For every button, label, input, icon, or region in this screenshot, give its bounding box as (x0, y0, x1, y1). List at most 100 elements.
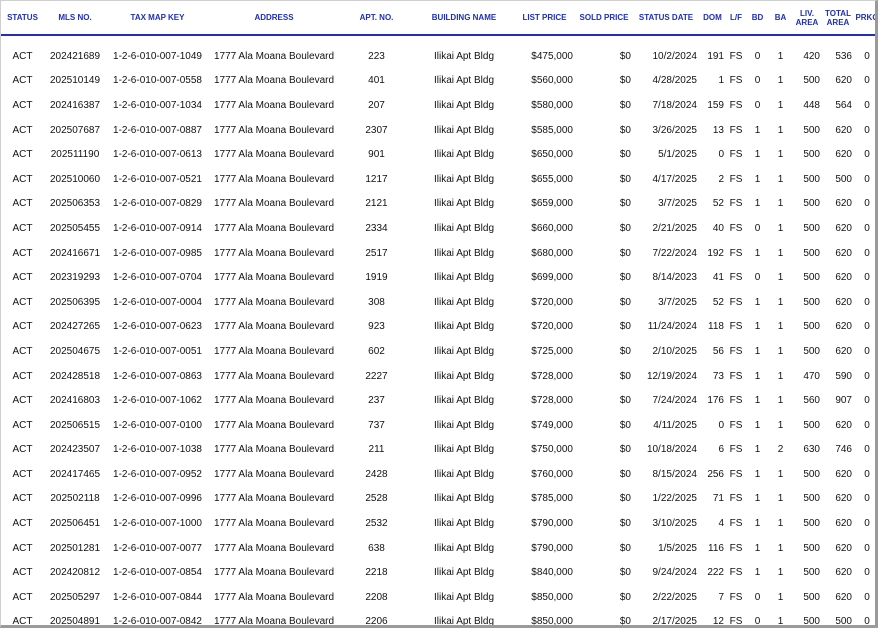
table-row[interactable]: ACT 202506451 1-2-6-010-007-1000 1777 Ala M… (1, 511, 875, 536)
cell-sold-price: $0 (619, 222, 631, 234)
table-row[interactable]: ACT 202510149 1-2-6-010-007-0558 1777 Ala M… (1, 69, 875, 94)
table-row[interactable]: ACT 202504675 1-2-6-010-007-0051 1777 Ala M… (1, 339, 875, 364)
cell-list-price: $659,000 (531, 198, 573, 210)
cell-lf: FS (729, 567, 743, 579)
header-mls-no[interactable]: MLS NO. (44, 1, 106, 36)
header-total-area-line2: AREA (826, 17, 850, 27)
table-row[interactable]: ACT 202510060 1-2-6-010-007-0521 1777 Ala M… (1, 167, 875, 192)
header-address[interactable]: ADDRESS (209, 1, 339, 36)
table-row[interactable]: ACT 202416671 1-2-6-010-007-0985 1777 Ala M… (1, 241, 875, 266)
cell-liv-area: 500 (803, 173, 820, 185)
header-sold-price[interactable]: SOLD PRICE (575, 1, 633, 36)
cell-list-price: $840,000 (531, 567, 573, 579)
table-row[interactable]: ACT 202505455 1-2-6-010-007-0914 1777 Ala M… (1, 216, 875, 241)
cell-ba: 1 (777, 247, 784, 259)
header-prkg[interactable]: PRKG (854, 1, 875, 36)
cell-status: ACT (12, 468, 33, 480)
table-row[interactable]: ACT 202506515 1-2-6-010-007-0100 1777 Ala M… (1, 413, 875, 438)
table-row[interactable]: ACT 202428518 1-2-6-010-007-0863 1777 Ala M… (1, 364, 875, 389)
cell-tax-map-key: 1-2-6-010-007-0558 (113, 75, 202, 87)
cell-building-name: Ilikai Apt Bldg (433, 75, 495, 87)
cell-lf: FS (729, 591, 743, 603)
cell-bd: 0 (754, 50, 761, 62)
cell-dom: 159 (707, 99, 724, 111)
cell-ba: 1 (777, 616, 784, 628)
cell-liv-area: 500 (803, 75, 820, 87)
cell-lf: FS (729, 493, 743, 505)
cell-tax-map-key: 1-2-6-010-007-0521 (113, 173, 202, 185)
table-row[interactable]: ACT 202507687 1-2-6-010-007-0887 1777 Ala M… (1, 118, 875, 143)
cell-tax-map-key: 1-2-6-010-007-0051 (113, 345, 202, 357)
cell-sold-price: $0 (619, 395, 631, 407)
cell-dom: 118 (708, 321, 724, 333)
cell-mls-no: 202511190 (50, 149, 100, 161)
table-row[interactable]: ACT 202423507 1-2-6-010-007-1038 1777 Ala M… (1, 438, 875, 463)
cell-list-price: $850,000 (531, 616, 573, 628)
table-row[interactable]: ACT 202416387 1-2-6-010-007-1034 1777 Ala M… (1, 93, 875, 118)
cell-total-area: 536 (835, 50, 852, 62)
table-row[interactable]: ACT 202504891 1-2-6-010-007-0842 1777 Ala M… (1, 610, 875, 628)
cell-apt-no: 211 (368, 444, 385, 456)
cell-address: 1777 Ala Moana Boulevard (213, 518, 335, 530)
cell-status-date: 2/10/2025 (652, 345, 698, 357)
cell-prkg: 0 (864, 616, 870, 628)
cell-building-name: Ilikai Apt Bldg (433, 444, 495, 456)
cell-sold-price: $0 (619, 591, 631, 603)
table-row[interactable]: ACT 202506353 1-2-6-010-007-0829 1777 Ala M… (1, 192, 875, 217)
header-tax-map-key[interactable]: TAX MAP KEY (106, 1, 209, 36)
header-list-price[interactable]: LIST PRICE (514, 1, 575, 36)
cell-lf: FS (729, 50, 743, 62)
header-dom[interactable]: DOM (699, 1, 726, 36)
table-row[interactable]: ACT 202502118 1-2-6-010-007-0996 1777 Ala M… (1, 487, 875, 512)
table-row[interactable]: ACT 202319293 1-2-6-010-007-0704 1777 Ala M… (1, 265, 875, 290)
header-total-area[interactable]: TOTAL AREA (822, 1, 854, 36)
cell-mls-no: 202501281 (49, 542, 101, 554)
cell-status: ACT (12, 616, 33, 628)
table-row[interactable]: ACT 202501281 1-2-6-010-007-0077 1777 Ala M… (1, 536, 875, 561)
cell-building-name: Ilikai Apt Bldg (433, 395, 495, 407)
table-row[interactable]: ACT 202511190 1-2-6-010-007-0613 1777 Ala M… (1, 142, 875, 167)
cell-status: ACT (12, 222, 33, 234)
table-row[interactable]: ACT 202416803 1-2-6-010-007-1062 1777 Ala M… (1, 388, 875, 413)
table-row[interactable]: ACT 202417465 1-2-6-010-007-0952 1777 Ala M… (1, 462, 875, 487)
cell-liv-area: 500 (803, 468, 820, 480)
table-row[interactable]: ACT 202420812 1-2-6-010-007-0854 1777 Ala M… (1, 560, 875, 585)
cell-apt-no: 2208 (365, 591, 388, 603)
spacer-cell (1, 35, 875, 44)
header-status-date[interactable]: STATUS DATE (633, 1, 699, 36)
cell-address: 1777 Ala Moana Boulevard (213, 567, 335, 579)
table-row[interactable]: ACT 202506395 1-2-6-010-007-0004 1777 Ala M… (1, 290, 875, 315)
cell-total-area: 746 (835, 444, 852, 456)
table-row[interactable]: ACT 202505297 1-2-6-010-007-0844 1777 Ala M… (1, 585, 875, 610)
cell-mls-no: 202506395 (49, 296, 101, 308)
cell-ba: 1 (777, 222, 784, 234)
cell-mls-no: 202420812 (49, 567, 101, 579)
table-row[interactable]: ACT 202421689 1-2-6-010-007-1049 1777 Ala M… (1, 44, 875, 69)
cell-bd: 0 (754, 222, 761, 234)
header-ba[interactable]: BA (769, 1, 792, 36)
cell-dom: 6 (718, 444, 724, 456)
cell-total-area: 590 (835, 370, 852, 382)
header-building-name[interactable]: BUILDING NAME (414, 1, 514, 36)
cell-dom: 0 (718, 419, 724, 431)
cell-ba: 1 (777, 493, 784, 505)
cell-address: 1777 Ala Moana Boulevard (213, 616, 335, 628)
cell-apt-no: 2218 (365, 567, 388, 579)
cell-tax-map-key: 1-2-6-010-007-0842 (113, 616, 202, 628)
cell-sold-price: $0 (619, 493, 631, 505)
table-row[interactable]: ACT 202427265 1-2-6-010-007-0623 1777 Ala M… (1, 315, 875, 340)
cell-lf: FS (729, 370, 743, 382)
cell-tax-map-key: 1-2-6-010-007-0887 (113, 124, 202, 136)
header-status[interactable]: STATUS (1, 1, 44, 36)
header-liv-area-line2: AREA (795, 17, 819, 27)
header-liv-area[interactable]: LIV. AREA (792, 1, 822, 36)
cell-list-price: $720,000 (531, 321, 573, 333)
cell-status-date: 2/22/2025 (652, 591, 698, 603)
cell-apt-no: 737 (368, 419, 385, 431)
cell-tax-map-key: 1-2-6-010-007-1034 (113, 99, 202, 111)
cell-building-name: Ilikai Apt Bldg (433, 149, 495, 161)
cell-apt-no: 308 (368, 296, 385, 308)
header-lf[interactable]: L/F (726, 1, 746, 36)
header-apt-no[interactable]: APT. NO. (339, 1, 414, 36)
header-bd[interactable]: BD (746, 1, 769, 36)
